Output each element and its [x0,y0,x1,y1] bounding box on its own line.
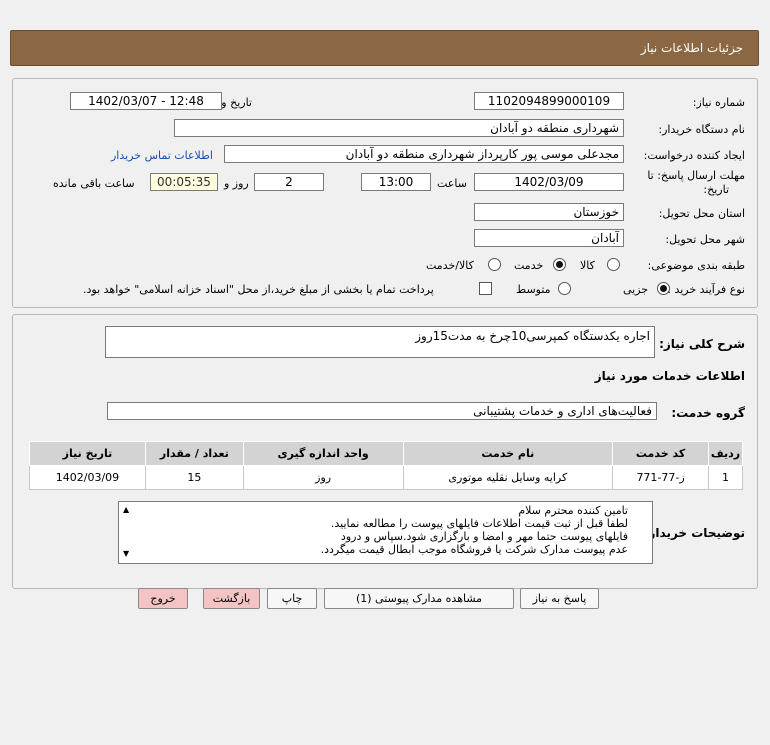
category-option-service: خدمت [514,259,544,272]
services-table: ردیف کد خدمت نام خدمت واحد اندازه گیری ت… [29,441,743,490]
col-quantity: تعداد / مقدار [144,441,244,466]
cell-quantity: 15 [144,465,244,490]
deadline-label-line1: مهلت ارسال پاسخ: تا [647,169,745,182]
print-button[interactable]: چاپ [267,588,317,609]
view-attachments-button[interactable]: مشاهده مدارک پیوستی (1) [324,588,514,609]
notes-scrollbar[interactable]: ▲ ▼ [123,505,129,558]
remaining-time-field: 00:05:35 [150,173,218,191]
deadline-date-field: 1402/03/09 [474,173,624,191]
province-field: خوزستان [474,203,624,221]
notes-line-2: لطفا قبل از ثبت قیمت اطلاعات فایلهای پیو… [330,517,628,530]
process-option-medium: متوسط [516,283,551,296]
process-radio-minor[interactable] [657,282,670,295]
summary-field: اجاره یکدستگاه کمپرسی10چرخ به مدت15روز [105,326,655,358]
category-radio-goods[interactable] [607,258,620,271]
notes-line-4: عدم پیوست مدارک شرکت یا فروشگاه موجب ابط… [320,543,628,556]
category-label: طبقه بندی موضوعی: [647,259,745,272]
buyer-org-label: نام دستگاه خریدار: [658,123,745,136]
category-option-goods-service: کالا/خدمت [426,259,474,272]
buyer-notes-label: توضیحات خریدار: [643,526,745,540]
process-label: نوع فرآیند خرید : [667,283,745,296]
deadline-time-field: 13:00 [361,173,431,191]
notes-line-3: فایلهای پیوست حتما مهر و امضا و بارگزاری… [340,530,628,543]
summary-label: شرح کلی نیاز: [659,337,745,351]
days-remaining-field: 2 [254,173,324,191]
back-button[interactable]: بازگشت [203,588,260,609]
col-service-code: کد خدمت [612,441,710,466]
category-radio-service[interactable] [553,258,566,271]
need-number-field: 1102094899000109 [474,92,624,110]
page-header: جزئیات اطلاعات نیاز [10,30,759,66]
requester-field: مجدعلی موسی پور کارپرداز شهرداری منطقه د… [224,145,624,163]
col-need-date: تاریخ نیاز [29,441,146,466]
process-option-minor: جزیی [623,283,649,296]
scroll-up-icon[interactable]: ▲ [123,505,129,515]
col-service-name: نام خدمت [402,441,614,466]
announce-date-field: 1402/03/07 - 12:48 [70,92,222,110]
cell-unit: روز [242,465,404,490]
exit-button[interactable]: خروج [138,588,188,609]
need-details-panel: شماره نیاز: 1102094899000109 تاریخ و ساع… [12,78,758,308]
cell-need-date: 1402/03/09 [29,465,146,490]
buyer-notes-box[interactable]: تامین کننده محترم سلام لطفا قبل از ثبت ق… [118,501,653,564]
treasury-payment-note: پرداخت تمام یا بخشی از مبلغ خرید،از محل … [83,283,434,296]
requester-label: ایجاد کننده درخواست: [643,149,745,162]
deadline-label-line2: تاریخ: [703,183,729,196]
cell-service-code: ز-77-771 [612,465,710,490]
scroll-down-icon[interactable]: ▼ [123,549,129,559]
process-radio-medium[interactable] [558,282,571,295]
need-number-label: شماره نیاز: [692,96,745,109]
cell-service-name: کرایه وسایل نقلیه موتوری [402,465,614,490]
services-heading: اطلاعات خدمات مورد نیاز [594,369,745,383]
service-group-field: فعالیت‌های اداری و خدمات پشتیبانی [107,402,657,420]
table-header-row: ردیف کد خدمت نام خدمت واحد اندازه گیری ت… [29,441,743,466]
col-unit: واحد اندازه گیری [242,441,404,466]
treasury-payment-checkbox[interactable] [479,282,492,295]
city-label: شهر محل تحویل: [665,233,745,246]
reply-to-need-button[interactable]: پاسخ به نیاز [520,588,599,609]
notes-line-1: تامین کننده محترم سلام [518,504,628,517]
category-radio-goods-service[interactable] [488,258,501,271]
province-label: استان محل تحویل: [658,207,745,220]
page-title: جزئیات اطلاعات نیاز [640,41,743,55]
remaining-time-label: ساعت باقی مانده [53,177,135,190]
table-row: 1 ز-77-771 کرایه وسایل نقلیه موتوری روز … [29,465,743,490]
days-label: روز و [224,177,249,190]
city-field: آبادان [474,229,624,247]
col-row-number: ردیف [708,441,743,466]
buyer-org-field: شهرداری منطقه دو آبادان [174,119,624,137]
buyer-contact-link[interactable]: اطلاعات تماس خریدار [111,149,213,162]
need-summary-panel: شرح کلی نیاز: اجاره یکدستگاه کمپرسی10چرخ… [12,314,758,589]
service-group-label: گروه خدمت: [671,406,745,420]
cell-row-number: 1 [708,465,743,490]
category-option-goods: کالا [580,259,595,272]
deadline-time-label: ساعت [437,177,467,190]
